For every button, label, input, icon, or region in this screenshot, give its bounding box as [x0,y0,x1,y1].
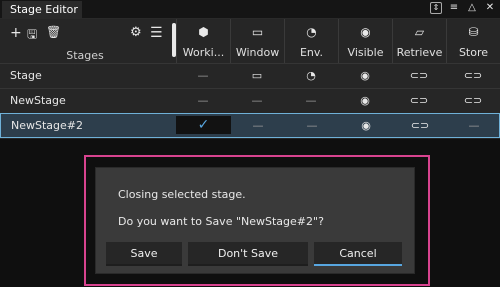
save-icon[interactable]: 🖫 [27,25,37,46]
add-icon[interactable]: + [10,25,22,41]
gauge-icon: ◔ [306,25,317,39]
dont-save-button[interactable]: Don't Save [188,242,308,266]
column-store[interactable]: ⛁ Store [446,19,500,63]
gauge-icon[interactable]: ◔ [284,64,338,88]
stages-toolbar: + 🖫 🗑 ⚙ ☰ Stages [0,19,170,64]
working-cell[interactable]: — [176,89,230,113]
list-icon[interactable]: ☰ [150,25,163,41]
delete-icon[interactable]: 🗑 [46,25,61,39]
link-icon[interactable]: ⊂⊃ [392,89,446,113]
column-env[interactable]: ◔ Env. [284,19,338,63]
dock-icon[interactable]: ⇕ [430,2,442,14]
cancel-button[interactable]: Cancel [314,242,402,266]
folder-icon: ▱ [414,25,425,39]
eye-icon: ◉ [360,25,371,39]
stages-label: Stages [66,49,104,62]
store-cell[interactable]: — [447,114,500,138]
working-cell[interactable]: — [176,64,230,88]
env-cell[interactable]: — [284,89,338,113]
close-icon[interactable]: ✕ [484,2,496,14]
window-title: Stage Editor [10,3,78,16]
column-window[interactable]: ▭ Window [230,19,284,63]
database-icon: ⛁ [468,25,479,39]
stage-editor-panel: + 🖫 🗑 ⚙ ☰ Stages ⬢ Worki... ▭ Window ◔ E… [0,19,500,139]
cube-icon: ⬢ [198,25,209,39]
minimize-icon[interactable]: △ [466,2,478,14]
window-cell[interactable]: — [230,89,284,113]
table-row[interactable]: Stage — ▭ ◔ ◉ ⊂⊃ ⊂⊃ [0,63,500,88]
tab-stage-editor[interactable]: Stage Editor [2,1,82,18]
eye-icon[interactable]: ◉ [339,114,393,138]
eye-icon[interactable]: ◉ [338,64,392,88]
column-working[interactable]: ⬢ Worki... [176,19,230,63]
camera-icon: ▭ [251,25,264,39]
table-row-selected[interactable]: NewStage#2 ✓ — — ◉ ⊂⊃ — [0,113,500,138]
stage-name: NewStage#2 [11,119,83,132]
working-checkmark[interactable]: ✓ [176,116,231,134]
table-row[interactable]: NewStage — — — ◉ ⊂⊃ ⊂⊃ [0,88,500,113]
save-button[interactable]: Save [106,242,182,266]
save-dialog: Closing selected stage. Do you want to S… [96,168,414,273]
stage-name: NewStage [10,94,66,107]
dialog-message: Closing selected stage. [118,188,246,201]
link-icon[interactable]: ⊂⊃ [446,64,500,88]
link-icon[interactable]: ⊂⊃ [392,64,446,88]
column-visible[interactable]: ◉ Visible [338,19,392,63]
menu-icon[interactable]: ≡ [448,2,460,14]
env-cell[interactable]: — [285,114,339,138]
eye-icon[interactable]: ◉ [338,89,392,113]
window-cell[interactable]: — [231,114,285,138]
link-icon[interactable]: ⊂⊃ [446,89,500,113]
window-controls: ⇕ ≡ △ ✕ [430,2,496,14]
column-retrieve[interactable]: ▱ Retrieve [392,19,446,63]
link-icon[interactable]: ⊂⊃ [393,114,447,138]
camera-icon[interactable]: ▭ [230,64,284,88]
window-title-bar: Stage Editor ⇕ ≡ △ ✕ [0,0,500,19]
stage-name: Stage [10,69,42,82]
dialog-question: Do you want to Save "NewStage#2"? [118,215,324,228]
settings-icon[interactable]: ⚙ [130,25,142,40]
